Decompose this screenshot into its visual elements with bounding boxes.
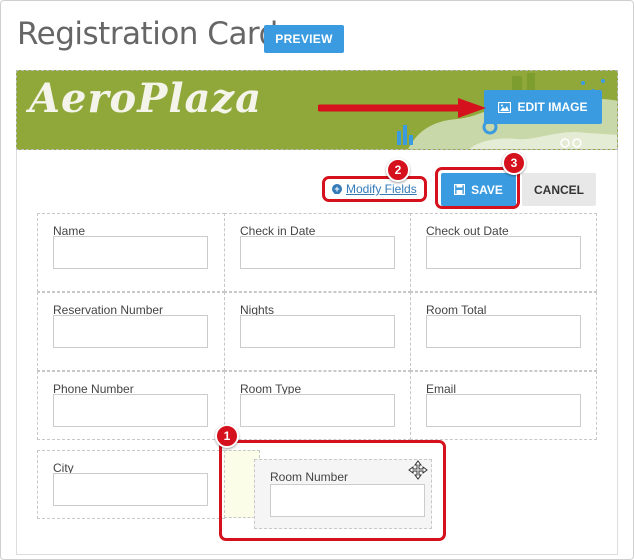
highlight-room-number — [219, 440, 446, 541]
field-input[interactable] — [53, 315, 208, 348]
field-room-type: Room Type — [224, 371, 411, 440]
banner-logo: AeroPlaza — [29, 75, 263, 122]
field-check-out-date: Check out Date — [410, 213, 597, 292]
edit-image-button[interactable]: EDIT IMAGE — [484, 90, 602, 124]
field-email: Email — [410, 371, 597, 440]
edit-image-label: EDIT IMAGE — [517, 100, 588, 114]
field-input[interactable] — [53, 473, 208, 506]
field-input[interactable] — [53, 394, 208, 427]
field-input[interactable] — [426, 394, 581, 427]
field-nights: Nights — [224, 292, 411, 371]
field-room-total: Room Total — [410, 292, 597, 371]
field-input[interactable] — [240, 236, 395, 269]
annotation-arrow-icon — [318, 98, 486, 118]
field-reservation-number: Reservation Number — [37, 292, 225, 371]
cancel-button[interactable]: CANCEL — [522, 173, 596, 206]
step-badge-1: 1 — [215, 424, 239, 448]
step-badge-3: 3 — [502, 151, 526, 175]
field-input[interactable] — [53, 236, 208, 269]
highlight-modify-fields — [322, 176, 427, 202]
field-input[interactable] — [240, 394, 395, 427]
field-input[interactable] — [240, 315, 395, 348]
preview-button[interactable]: PREVIEW — [264, 25, 344, 53]
field-input[interactable] — [426, 236, 581, 269]
step-badge-2: 2 — [386, 158, 410, 182]
field-name: Name — [37, 213, 225, 292]
field-phone-number: Phone Number — [37, 371, 225, 440]
field-check-in-date: Check in Date — [224, 213, 411, 292]
field-input[interactable] — [426, 315, 581, 348]
field-city: City — [37, 450, 225, 519]
image-icon — [498, 101, 512, 113]
page-title: Registration Cards — [17, 16, 294, 52]
